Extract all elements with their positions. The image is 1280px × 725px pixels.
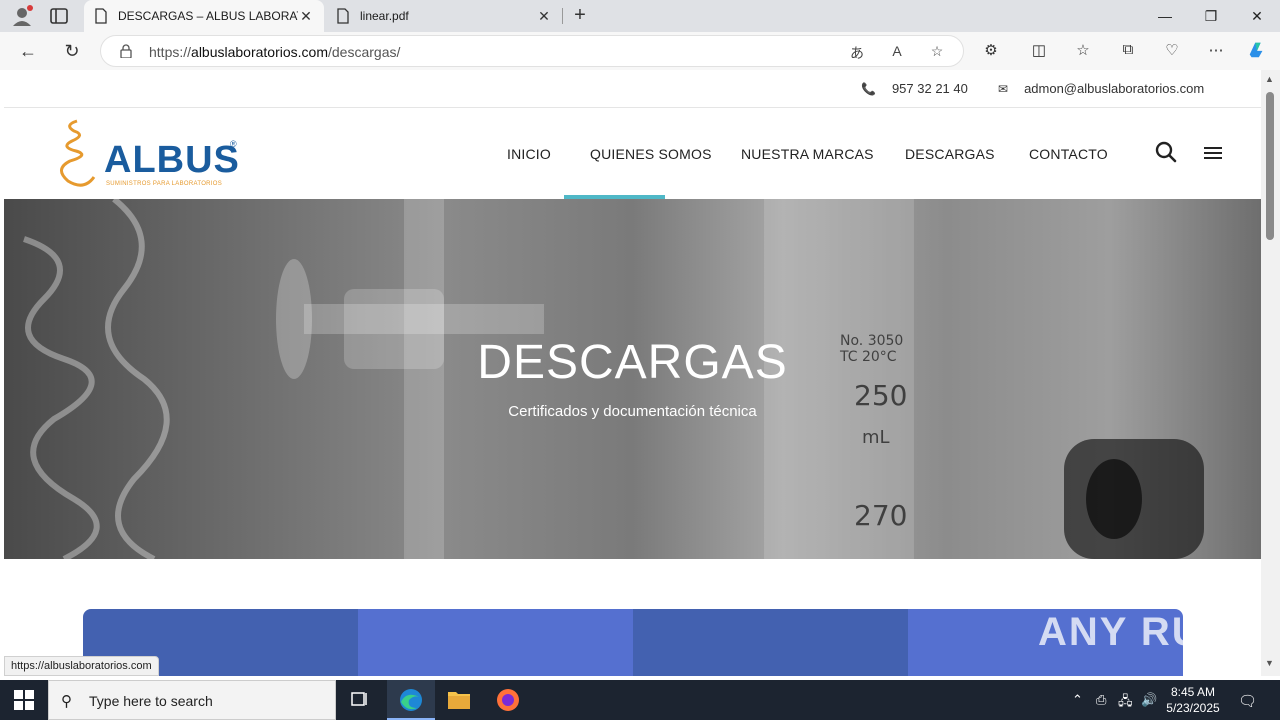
hero-banner: No. 3050 TC 20°C 250 mL 270 DESCARGAS Ce… — [4, 199, 1261, 559]
svg-text:270: 270 — [854, 499, 907, 532]
refresh-button[interactable]: ↻ — [58, 38, 86, 64]
brand-name: ALBUS — [104, 139, 240, 181]
email-address: admon@albuslaboratorios.com — [1024, 81, 1205, 96]
tray-device-icon[interactable]: ⎙ — [1096, 692, 1106, 708]
nav-quienes-somos[interactable]: QUIENES SOMOS — [590, 146, 712, 162]
task-view-icon[interactable] — [336, 680, 384, 720]
nav-contacto[interactable]: CONTACTO — [1029, 146, 1108, 162]
svg-text:mL: mL — [862, 427, 890, 448]
system-clock[interactable]: 8:45 AM 5/23/2025 — [1163, 684, 1223, 716]
link-status-bar: https://albuslaboratorios.com — [4, 656, 159, 676]
page-icon — [95, 8, 107, 24]
lock-icon[interactable] — [119, 44, 133, 58]
tab-actions-icon[interactable] — [48, 6, 70, 26]
favorite-star-icon[interactable]: ☆ — [927, 43, 947, 61]
browser-essentials-icon[interactable]: ♡ — [1161, 41, 1183, 61]
browser-toolbar: ← ↻ https://albuslaboratorios.com/descar… — [0, 32, 1280, 70]
taskbar-search-placeholder: Type here to search — [89, 693, 213, 709]
search-icon[interactable] — [1155, 141, 1177, 163]
tab-descargas[interactable]: DESCARGAS – ALBUS LABORATORIOS ✕ — [84, 0, 324, 32]
clock-time: 8:45 AM — [1170, 685, 1216, 699]
hamburger-menu-icon[interactable] — [1203, 145, 1223, 161]
close-window-button[interactable]: ✕ — [1234, 0, 1280, 32]
tab-linear-pdf[interactable]: linear.pdf ✕ — [326, 0, 562, 32]
albus-logo[interactable]: ALBUS ® SUMINISTROS PARA LABORATORIOS — [50, 117, 240, 189]
contact-topbar: 📞 957 32 21 40 ✉ admon@albuslaboratorios… — [4, 70, 1261, 108]
nav-nuestra-marcas[interactable]: NUESTRA MARCAS — [741, 146, 874, 162]
url-scheme: https:// — [149, 44, 192, 60]
edge-taskbar-icon[interactable] — [387, 680, 435, 720]
clock-date: 5/23/2025 — [1166, 701, 1220, 715]
translate-icon[interactable]: あ — [847, 43, 867, 61]
download-cards — [83, 609, 1183, 676]
url-path: /descargas/ — [328, 44, 401, 60]
scroll-down-arrow[interactable]: ▼ — [1265, 658, 1274, 668]
minimize-button[interactable]: — — [1142, 0, 1188, 32]
profile-icon[interactable] — [10, 5, 34, 27]
tab-title: linear.pdf — [360, 9, 409, 23]
download-card[interactable] — [633, 609, 908, 676]
address-bar[interactable]: https://albuslaboratorios.com/descargas/… — [100, 35, 964, 67]
url-text[interactable]: https://albuslaboratorios.com/descargas/ — [149, 44, 400, 60]
notifications-icon[interactable]: 🗨 — [1238, 692, 1257, 710]
extensions-icon[interactable]: ⚙ — [980, 41, 1002, 61]
registered-mark: ® — [230, 139, 237, 149]
network-icon[interactable]: 🖧 — [1118, 692, 1133, 714]
download-card[interactable] — [358, 609, 633, 676]
nav-inicio[interactable]: INICIO — [507, 146, 551, 162]
scroll-up-arrow[interactable]: ▲ — [1265, 74, 1274, 84]
volume-icon[interactable]: 🔊 — [1141, 692, 1157, 708]
spiral-logo-icon — [60, 119, 96, 187]
taskbar: ⚲ Type here to search ⌃ ⎙ 🖧 🔊 8:45 AM 5/… — [0, 680, 1280, 720]
firefox-icon[interactable] — [484, 680, 532, 720]
tab-strip: DESCARGAS – ALBUS LABORATORIOS ✕ linear.… — [0, 0, 1280, 32]
taskbar-search[interactable]: ⚲ Type here to search — [48, 680, 336, 720]
close-tab-icon[interactable]: ✕ — [298, 8, 314, 25]
web-page: 📞 957 32 21 40 ✉ admon@albuslaboratorios… — [4, 70, 1261, 676]
page-scrollbar[interactable]: ▲ ▼ — [1261, 70, 1280, 676]
url-host: albuslaboratorios.com — [191, 44, 328, 60]
tab-title: DESCARGAS – ALBUS LABORATORIOS — [118, 9, 298, 23]
email-contact[interactable]: ✉ admon@albuslaboratorios.com — [998, 81, 1204, 96]
more-menu-icon[interactable]: ⋯ — [1205, 41, 1227, 61]
file-explorer-icon[interactable] — [435, 680, 483, 720]
favorites-icon[interactable]: ☆ — [1072, 41, 1094, 61]
phone-contact[interactable]: 📞 957 32 21 40 — [861, 81, 968, 96]
close-tab-icon[interactable]: ✕ — [536, 8, 552, 25]
brand-tagline: SUMINISTROS PARA LABORATORIOS — [106, 181, 223, 187]
restore-button[interactable]: ❐ — [1188, 0, 1234, 32]
windows-start-icon[interactable] — [14, 690, 34, 710]
new-tab-button[interactable]: + — [568, 4, 592, 28]
scrollbar-thumb[interactable] — [1266, 92, 1274, 240]
anyrun-watermark: ANY RUN — [1038, 610, 1234, 654]
collections-icon[interactable]: ⧉ — [1117, 41, 1139, 61]
page-title: DESCARGAS — [477, 336, 788, 389]
back-button[interactable]: ← — [14, 38, 42, 64]
page-subtitle: Certificados y documentación técnica — [508, 403, 757, 420]
read-aloud-icon[interactable]: A — [887, 43, 907, 61]
page-icon — [337, 8, 349, 24]
search-icon: ⚲ — [61, 693, 72, 710]
site-header: ALBUS ® SUMINISTROS PARA LABORATORIOS IN… — [4, 109, 1261, 199]
tray-overflow-icon[interactable]: ⌃ — [1072, 692, 1083, 708]
tab-separator — [562, 8, 563, 24]
phone-icon: 📞 — [861, 81, 876, 96]
envelope-icon: ✉ — [998, 81, 1009, 96]
nav-descargas[interactable]: DESCARGAS — [905, 146, 995, 162]
copilot-icon[interactable] — [1246, 40, 1268, 60]
split-screen-icon[interactable]: ◫ — [1028, 41, 1050, 61]
phone-number: 957 32 21 40 — [891, 81, 968, 96]
